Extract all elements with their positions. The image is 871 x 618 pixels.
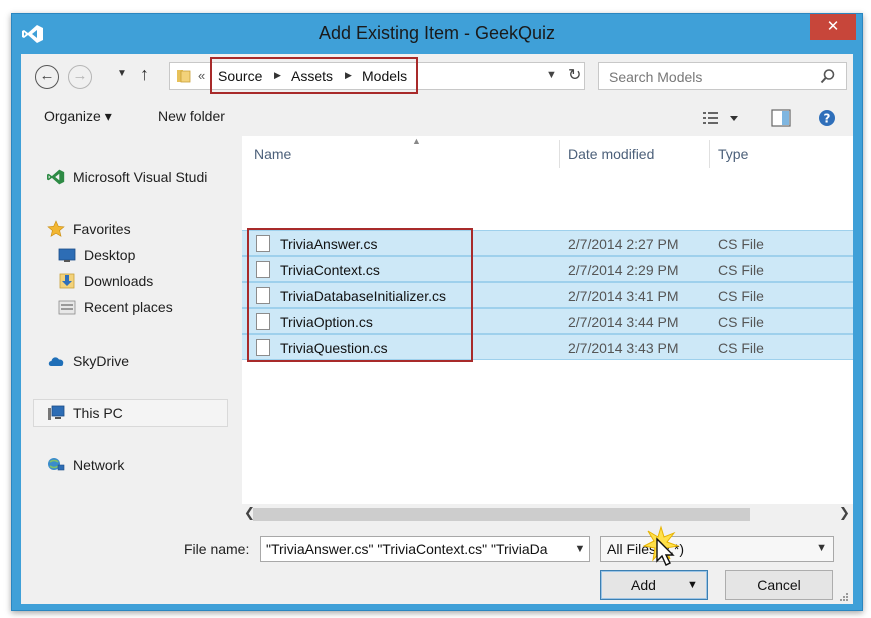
command-toolbar: Organize ▾ New folder ? — [21, 100, 853, 136]
preview-pane-icon[interactable] — [771, 109, 791, 127]
file-date: 2/7/2014 3:44 PM — [568, 314, 679, 330]
window-title: Add Existing Item - GeekQuiz — [318, 23, 556, 43]
visual-studio-icon — [47, 169, 65, 185]
scrollbar-thumb[interactable] — [253, 508, 750, 521]
navigation-bar: ← → ▼ ↑ « Source ▶ Assets ▶ Models ▼ ↻ S… — [21, 54, 853, 98]
sort-ascending-icon: ▲ — [412, 136, 421, 146]
dialog-body: ← → ▼ ↑ « Source ▶ Assets ▶ Models ▼ ↻ S… — [21, 54, 853, 604]
file-selection-footer: File name: "TriviaAnswer.cs" "TriviaCont… — [21, 524, 853, 604]
search-input[interactable]: Search Models — [609, 69, 702, 85]
file-type: CS File — [718, 288, 764, 304]
column-divider[interactable] — [559, 140, 560, 168]
column-divider[interactable] — [709, 140, 710, 168]
navigation-pane: Microsoft Visual Studi Favorites Desktop — [21, 136, 241, 524]
split-dropdown-icon[interactable]: ▼ — [687, 571, 698, 599]
change-view-icon[interactable] — [702, 109, 742, 127]
up-button[interactable]: ↑ — [140, 64, 149, 85]
search-box[interactable]: Search Models — [598, 62, 847, 90]
column-header-type[interactable]: Type — [718, 146, 748, 162]
file-type: CS File — [718, 262, 764, 278]
file-date: 2/7/2014 2:29 PM — [568, 262, 679, 278]
sidebar-item-label: Recent places — [84, 299, 173, 315]
file-type-select[interactable]: All Files (*.*) ▼ — [600, 536, 834, 562]
file-date: 2/7/2014 2:27 PM — [568, 236, 679, 252]
title-bar[interactable]: Add Existing Item - GeekQuiz ✕ — [12, 14, 862, 54]
folder-icon — [177, 70, 191, 83]
sidebar-item-label: Network — [73, 457, 125, 473]
organize-button[interactable]: Organize ▾ — [44, 108, 112, 125]
sidebar-item-label: SkyDrive — [73, 353, 130, 369]
sidebar-item-label: Favorites — [73, 221, 131, 237]
desktop-icon — [58, 248, 76, 262]
network-icon — [48, 458, 65, 471]
recent-locations-dropdown[interactable]: ▼ — [117, 68, 127, 79]
file-date: 2/7/2014 3:41 PM — [568, 288, 679, 304]
address-overflow[interactable]: « — [198, 68, 205, 83]
chevron-down-icon[interactable]: ▼ — [546, 69, 557, 81]
downloads-icon — [59, 273, 75, 289]
sidebar-item-label: Desktop — [84, 247, 136, 263]
cancel-button[interactable]: Cancel — [725, 570, 833, 600]
add-button-label: Add — [631, 577, 656, 593]
cloud-icon — [48, 357, 64, 366]
horizontal-scrollbar[interactable]: ❮ ❯ — [242, 504, 853, 524]
close-button[interactable]: ✕ — [810, 14, 856, 40]
click-cursor-icon — [642, 525, 680, 566]
file-name-value[interactable]: "TriviaAnswer.cs" "TriviaContext.cs" "Tr… — [266, 541, 548, 557]
back-button[interactable]: ← — [35, 65, 59, 89]
svg-text:?: ? — [824, 112, 831, 126]
chevron-down-icon[interactable]: ▼ — [816, 542, 827, 554]
dialog-window: Add Existing Item - GeekQuiz ✕ ← → ▼ ↑ «… — [11, 13, 863, 611]
file-date: 2/7/2014 3:43 PM — [568, 340, 679, 356]
forward-button[interactable]: → — [68, 65, 92, 89]
new-folder-button[interactable]: New folder — [158, 108, 225, 124]
sidebar-item-label: Downloads — [84, 273, 154, 289]
file-list: ▲ Name Date modified Type TriviaAnswer.c… — [242, 136, 853, 504]
file-type: CS File — [718, 314, 764, 330]
column-header-date-modified[interactable]: Date modified — [568, 146, 654, 162]
resize-grip-icon[interactable] — [839, 592, 849, 602]
scroll-right-icon[interactable]: ❯ — [839, 505, 850, 521]
file-name-input[interactable]: "TriviaAnswer.cs" "TriviaContext.cs" "Tr… — [260, 536, 590, 562]
star-icon — [47, 220, 65, 237]
recent-places-icon — [58, 300, 76, 315]
add-button[interactable]: Add ▼ — [600, 570, 708, 600]
refresh-icon[interactable]: ↻ — [568, 65, 581, 85]
help-icon[interactable]: ? — [818, 109, 836, 127]
search-icon[interactable] — [820, 68, 836, 84]
selection-highlight-box — [247, 228, 473, 362]
computer-icon — [48, 405, 65, 420]
sidebar-item-this-pc[interactable]: This PC — [33, 399, 228, 427]
file-type: CS File — [718, 340, 764, 356]
breadcrumb-highlight-box — [210, 57, 418, 94]
sidebar-item-label: Microsoft Visual Studi — [73, 169, 208, 185]
column-header-name[interactable]: Name — [254, 146, 291, 162]
file-type: CS File — [718, 236, 764, 252]
file-name-label: File name: — [184, 541, 250, 557]
chevron-down-icon[interactable]: ▼ — [571, 537, 589, 561]
sidebar-item-label: This PC — [73, 405, 123, 421]
